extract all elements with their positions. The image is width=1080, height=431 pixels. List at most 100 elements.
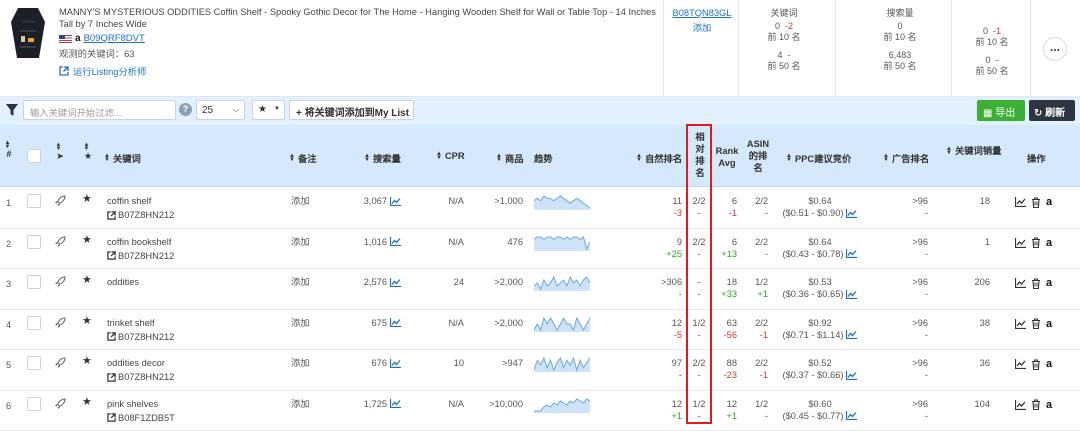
col-keyword[interactable]: ▲▼关键词 [104, 151, 141, 165]
add-to-my-list-button[interactable]: + 将关键词添加到My List [289, 100, 414, 120]
col-note[interactable]: ▲▼备注 [289, 151, 317, 165]
col-ad-rank[interactable]: ▲▼广告排名 [883, 151, 929, 165]
amazon-icon[interactable]: a [1046, 277, 1052, 289]
history-chart-icon[interactable] [1015, 278, 1026, 288]
col-search-volume[interactable]: ▲▼搜索量 [364, 151, 401, 165]
competitor-asin-link[interactable]: B08TQN83GL [671, 8, 733, 18]
note-add-link[interactable]: 添加 [291, 236, 310, 248]
note-add-link[interactable]: 添加 [291, 195, 310, 207]
select-all-checkbox[interactable] [27, 149, 41, 163]
page-size-select[interactable]: 25 ⌵ [196, 100, 245, 120]
chart-icon[interactable] [846, 411, 857, 420]
rocket-icon[interactable] [55, 236, 66, 247]
star-icon[interactable]: ★ [82, 315, 92, 327]
row-checkbox[interactable] [27, 356, 41, 370]
run-listing-analyzer-link[interactable]: 运行Listing分析师 [59, 64, 146, 78]
rocket-icon[interactable] [55, 195, 66, 206]
keyword-text[interactable]: coffin bookshelf [107, 236, 174, 248]
note-add-link[interactable]: 添加 [291, 357, 310, 369]
star-icon[interactable]: ★ [82, 355, 92, 367]
keyword-text[interactable]: pink shelves [107, 398, 175, 410]
col-star[interactable]: ▲▼ ★ [80, 143, 96, 162]
chart-icon[interactable] [390, 197, 401, 206]
amazon-icon[interactable]: a [1046, 399, 1052, 411]
chart-icon[interactable] [846, 371, 857, 380]
row-checkbox[interactable] [27, 235, 41, 249]
keyword-asin-link[interactable]: B07Z8HN212 [107, 209, 174, 221]
keyword-asin-link[interactable]: B07Z8HN212 [107, 331, 174, 343]
col-index[interactable]: ▲▼ # [3, 141, 15, 159]
export-button[interactable]: ▦ 导出 [977, 100, 1025, 121]
star-filter-select[interactable]: ★ ▼ [252, 100, 285, 120]
chart-icon[interactable] [390, 399, 401, 408]
row-actions: a [1015, 196, 1052, 208]
col-rocket[interactable]: ▲▼ ➤ [52, 143, 68, 162]
rocket-icon[interactable] [55, 357, 66, 368]
trash-icon[interactable] [1031, 399, 1041, 410]
row-checkbox[interactable] [27, 275, 41, 289]
keyword-filter-input[interactable]: 输入关键词开始过滤... [23, 100, 176, 120]
chart-icon[interactable] [846, 290, 857, 299]
rocket-icon[interactable] [55, 317, 66, 328]
more-options-button[interactable]: ... [1043, 37, 1067, 61]
kw-top50-label: 前 50 名 [745, 61, 823, 72]
chart-icon[interactable] [846, 330, 857, 339]
search-volume-header: 搜索量 [860, 8, 940, 19]
history-chart-icon[interactable] [1015, 197, 1026, 207]
keyword-text[interactable]: oddities decor [107, 357, 174, 369]
history-chart-icon[interactable] [1015, 400, 1026, 410]
note-add-link[interactable]: 添加 [291, 276, 310, 288]
col-organic-rank[interactable]: ▲▼自然排名 [636, 151, 682, 165]
history-chart-icon[interactable] [1015, 359, 1026, 369]
product-thumbnail[interactable] [8, 6, 48, 60]
star-icon[interactable]: ★ [82, 274, 92, 286]
note-add-link[interactable]: 添加 [291, 317, 310, 329]
rocket-icon[interactable] [55, 276, 66, 287]
row-checkbox[interactable] [27, 194, 41, 208]
star-icon[interactable]: ★ [82, 234, 92, 246]
keyword-text[interactable]: oddities [107, 276, 139, 288]
star-icon[interactable]: ★ [82, 193, 92, 205]
help-icon[interactable]: ? [179, 103, 192, 116]
col-cpr[interactable]: ▲▼CPR [436, 151, 465, 161]
trash-icon[interactable] [1031, 197, 1041, 208]
chart-icon[interactable] [846, 249, 857, 258]
table-row: 3 ★ oddities 添加 2,576 24 >2,000 >306 - -… [0, 269, 1080, 310]
row-checkbox[interactable] [27, 316, 41, 330]
keyword-asin-link[interactable]: B07Z8HN212 [107, 250, 174, 262]
keyword-asin-link[interactable]: B07Z8HN212 [107, 371, 174, 383]
history-chart-icon[interactable] [1015, 319, 1026, 329]
table-icon: ▦ [983, 108, 992, 119]
search-volume-cell: 2,576 [356, 276, 401, 288]
rocket-icon[interactable] [55, 398, 66, 409]
chart-icon[interactable] [846, 209, 857, 218]
col-asin-rank[interactable]: ASIN 的排 名 [745, 138, 771, 174]
star-icon[interactable]: ★ [82, 396, 92, 408]
keyword-text[interactable]: coffin shelf [107, 195, 174, 207]
competitor-add-link[interactable]: 添加 [671, 20, 733, 34]
note-add-link[interactable]: 添加 [291, 398, 310, 410]
col-rank-avg[interactable]: Rank Avg [714, 145, 740, 169]
chart-icon[interactable] [390, 359, 401, 368]
amazon-icon[interactable]: a [1046, 196, 1052, 208]
col-ppc-bid[interactable]: ▲▼PPC建议竞价 [786, 151, 851, 165]
amazon-icon[interactable]: a [1046, 358, 1052, 370]
history-chart-icon[interactable] [1015, 238, 1026, 248]
chart-icon[interactable] [390, 278, 401, 287]
refresh-button[interactable]: ↻ 刷新 [1029, 100, 1075, 121]
chart-icon[interactable] [390, 318, 401, 327]
filter-icon[interactable] [6, 104, 18, 116]
row-checkbox[interactable] [27, 397, 41, 411]
col-products[interactable]: ▲▼商品 [496, 151, 524, 165]
trash-icon[interactable] [1031, 278, 1041, 289]
chart-icon[interactable] [390, 237, 401, 246]
trash-icon[interactable] [1031, 318, 1041, 329]
keyword-asin-link[interactable]: B08F1ZDB5T [107, 412, 175, 424]
amazon-icon[interactable]: a [1046, 318, 1052, 330]
product-asin-link[interactable]: B09QRF8DVT [84, 33, 145, 44]
amazon-icon[interactable]: a [1046, 237, 1052, 249]
col-keyword-sales[interactable]: ▲▼关键词销量 [946, 145, 1004, 157]
trash-icon[interactable] [1031, 359, 1041, 370]
trash-icon[interactable] [1031, 237, 1041, 248]
keyword-text[interactable]: trinket shelf [107, 317, 174, 329]
